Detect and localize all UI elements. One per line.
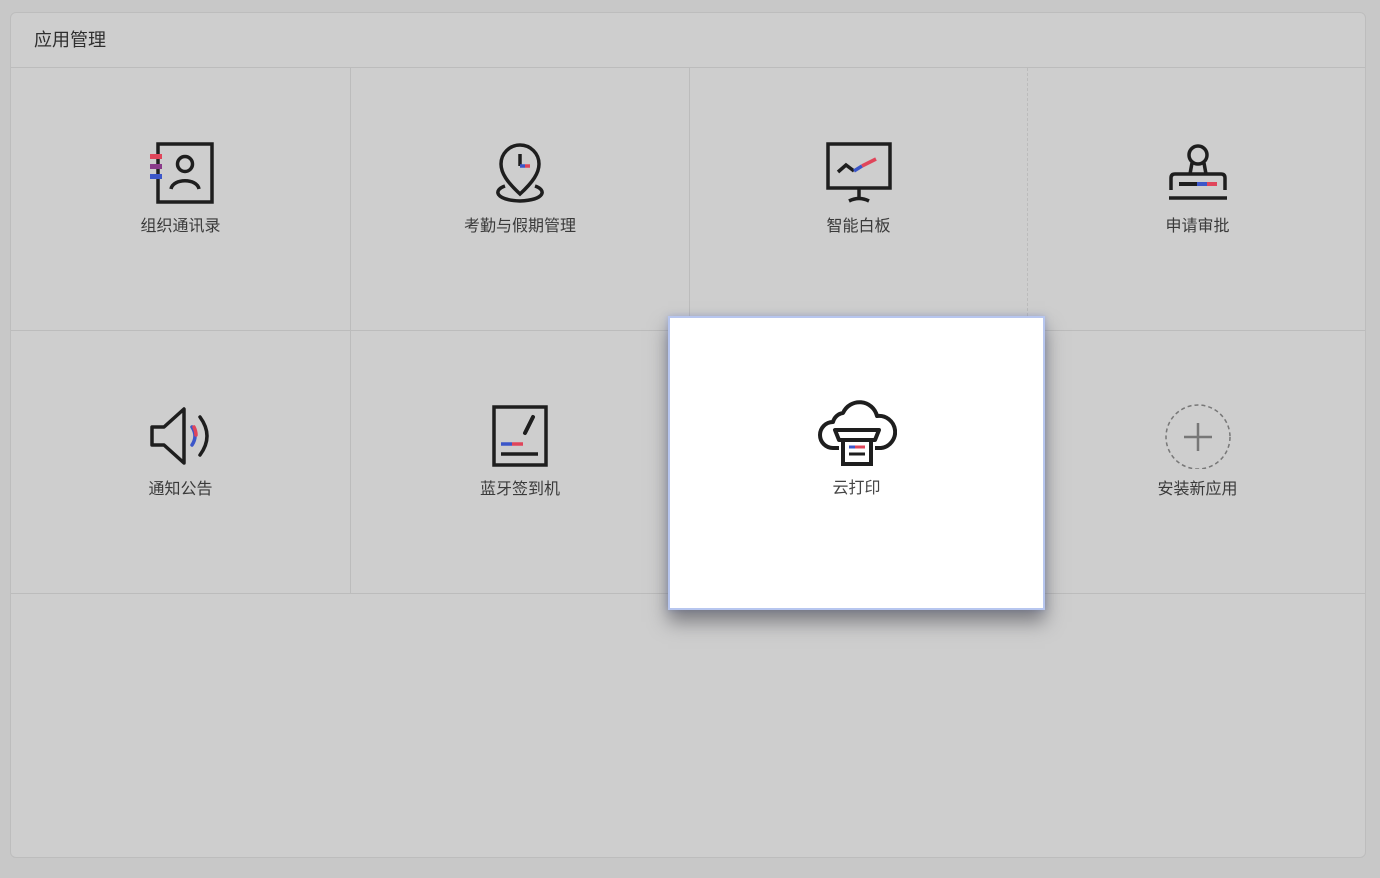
cloud-print-icon — [817, 400, 897, 466]
app-label: 智能白板 — [826, 216, 891, 235]
approval-stamp-icon — [1168, 144, 1227, 200]
add-circle-icon — [1164, 404, 1231, 469]
app-label: 云打印 — [832, 478, 881, 497]
app-tile-announcements[interactable]: 通知公告 — [11, 331, 351, 594]
location-clock-icon — [496, 143, 544, 203]
app-label: 安装新应用 — [1157, 479, 1238, 498]
app-label: 通知公告 — [148, 479, 213, 498]
app-tile-whiteboard[interactable]: 智能白板 — [690, 68, 1028, 331]
app-tile-install-new[interactable]: 安装新应用 — [1028, 331, 1365, 594]
app-tile-contacts[interactable]: 组织通讯录 — [11, 68, 351, 331]
speaker-icon — [149, 407, 209, 465]
app-label: 考勤与假期管理 — [463, 216, 576, 235]
dragging-app-tile-cloud-print[interactable]: 云打印 — [668, 316, 1045, 610]
app-label: 申请审批 — [1165, 216, 1230, 235]
signature-pad-icon — [492, 405, 548, 467]
panel-title: 应用管理 — [11, 13, 1365, 68]
whiteboard-chart-icon — [825, 142, 892, 203]
app-label: 蓝牙签到机 — [479, 479, 560, 498]
app-label: 组织通讯录 — [140, 216, 221, 235]
app-tile-attendance[interactable]: 考勤与假期管理 — [351, 68, 690, 331]
app-tile-approval[interactable]: 申请审批 — [1028, 68, 1365, 331]
app-tile-bluetooth-checkin[interactable]: 蓝牙签到机 — [351, 331, 690, 594]
contact-book-icon — [149, 142, 214, 204]
